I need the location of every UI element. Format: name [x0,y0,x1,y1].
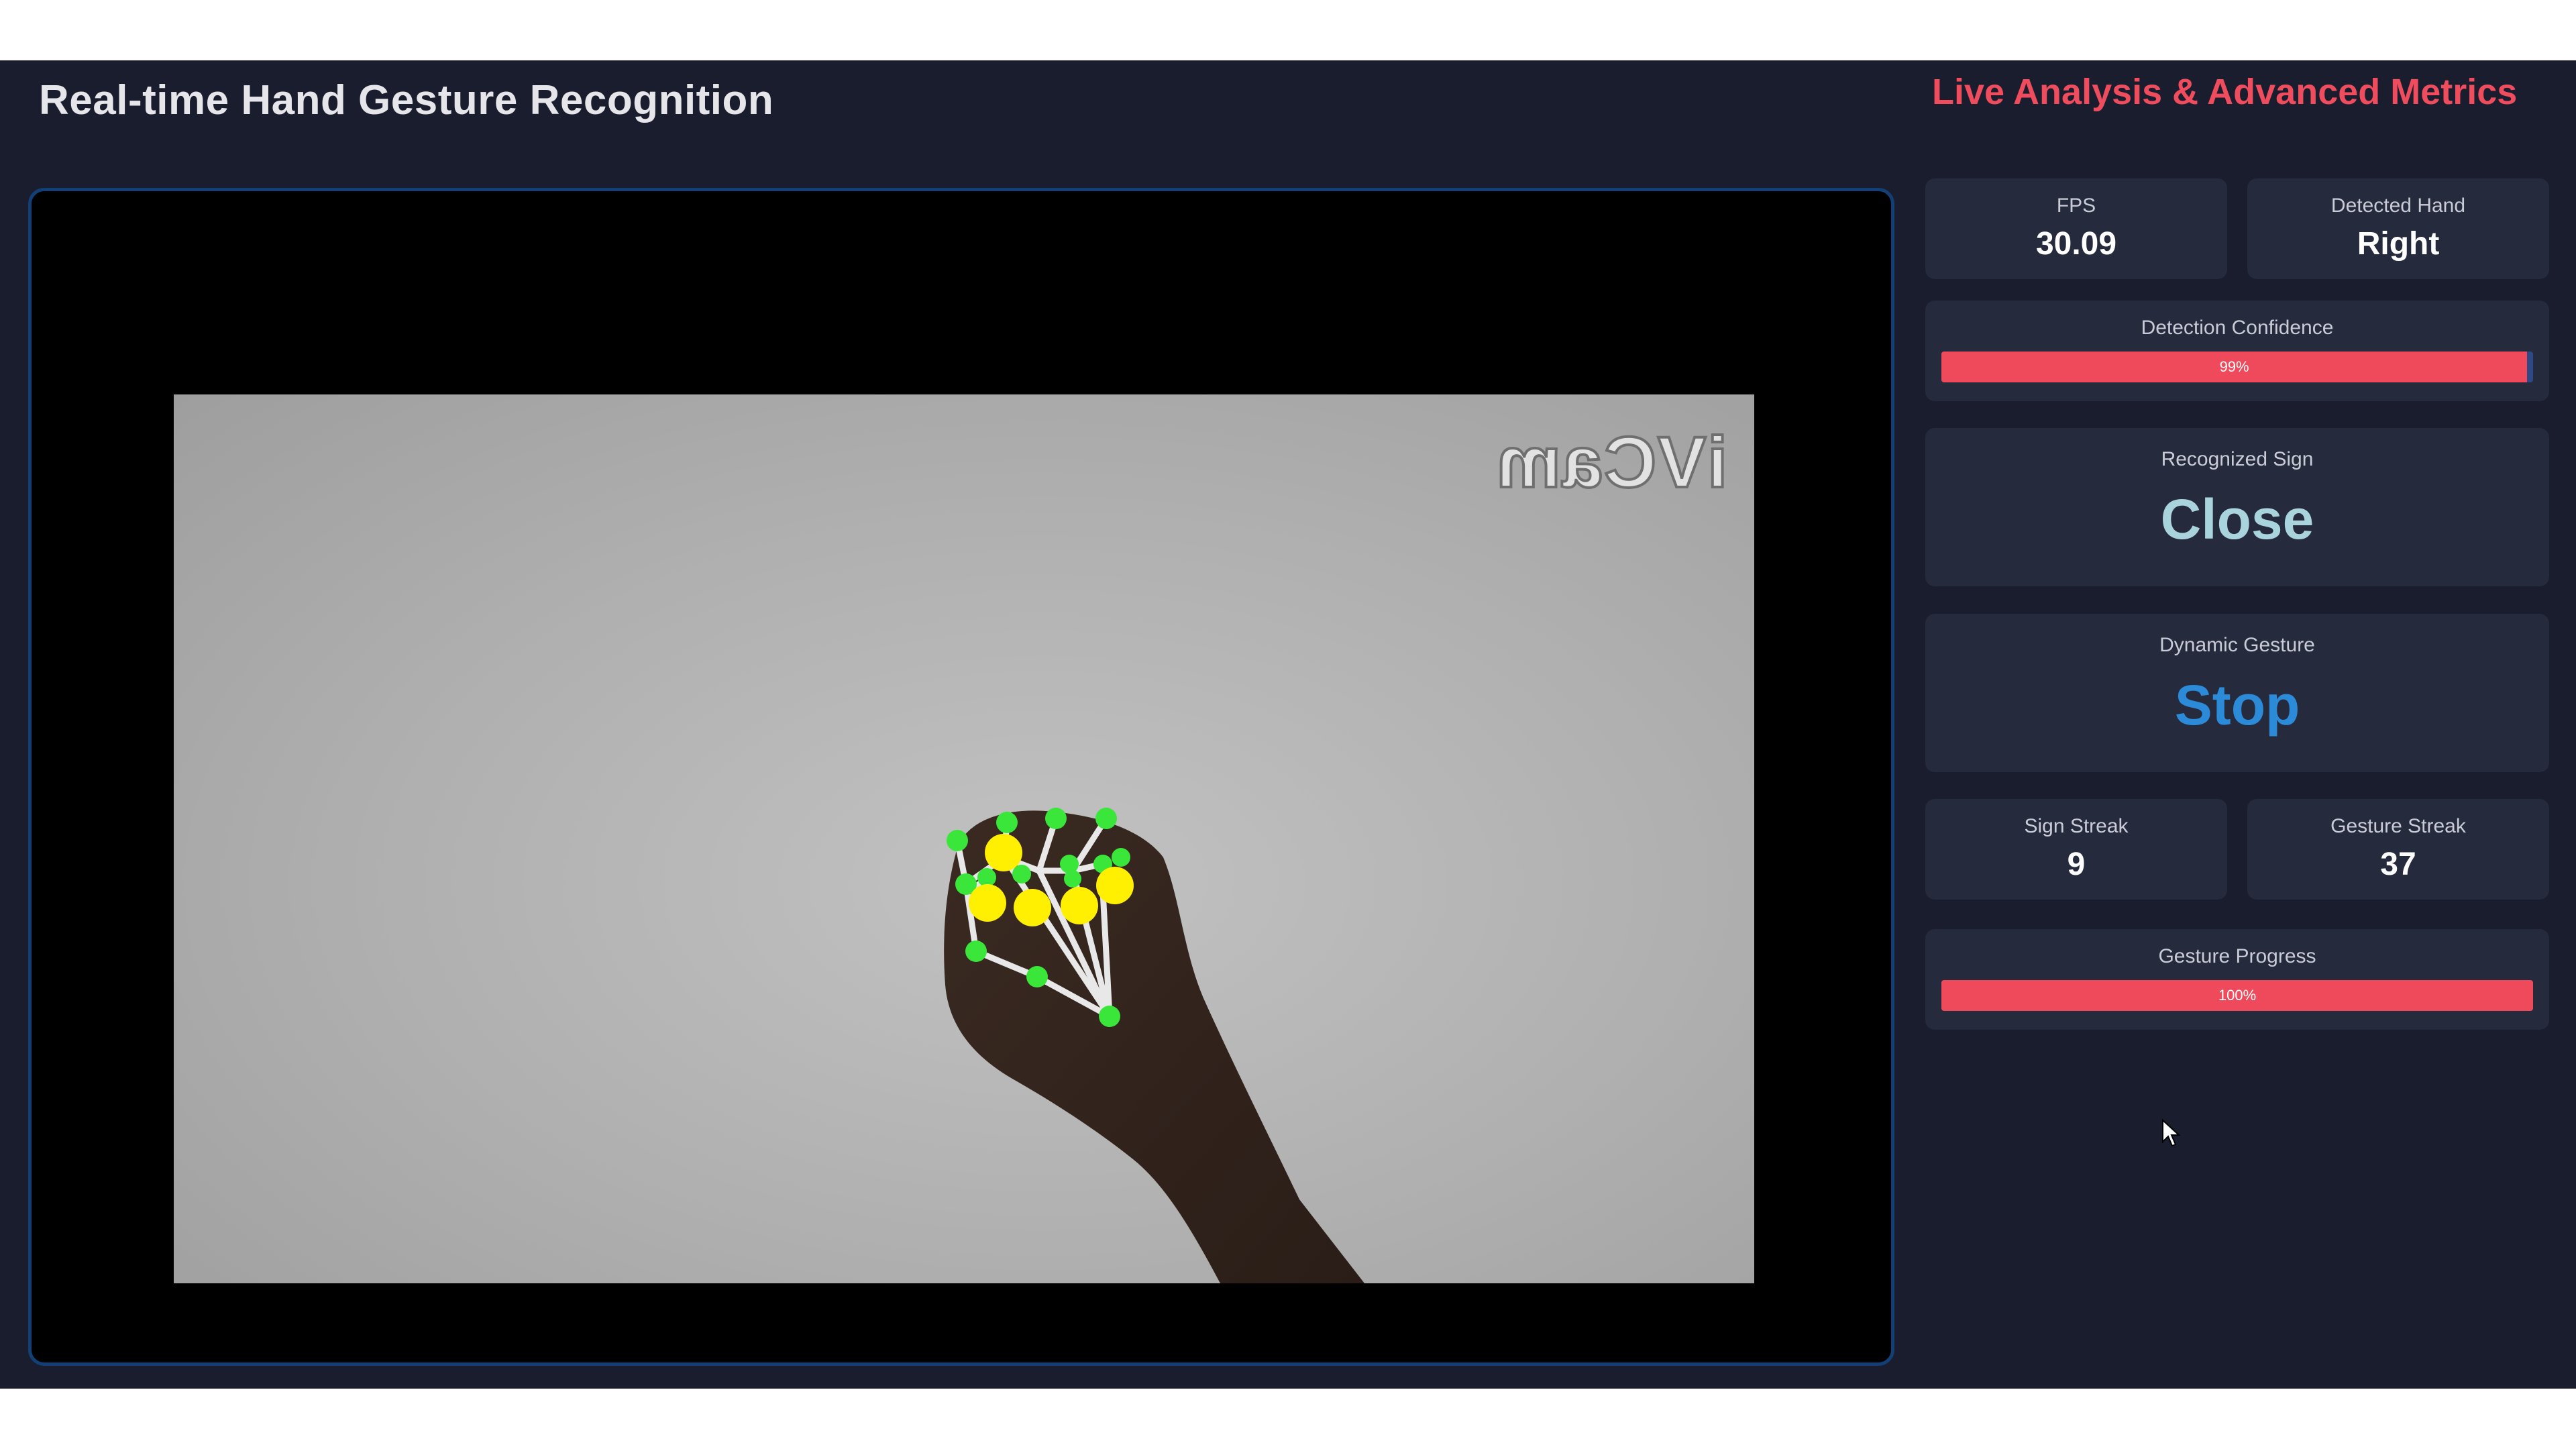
mouse-cursor-icon [2162,1119,2180,1147]
confidence-bar-fill: 99% [1941,352,2528,382]
metrics-panel-title: Live Analysis & Advanced Metrics [1932,72,2518,112]
dynamic-gesture-card: Dynamic Gesture Stop [1925,614,2549,772]
recognized-sign-card: Recognized Sign Close [1925,428,2549,586]
detected-hand-card: Detected Hand Right [2247,178,2549,279]
gesture-streak-value: 37 [2380,847,2416,882]
fps-card: FPS 30.09 [1925,178,2227,279]
confidence-card: Detection Confidence 99% [1925,301,2549,401]
recognized-sign-value: Close [2160,488,2314,551]
fps-value: 30.09 [2035,226,2117,262]
camera-feed: iVCam [174,394,1754,1283]
app-window: Real-time Hand Gesture Recognition iVCam [0,60,2576,1389]
gesture-progress-label: Gesture Progress [2158,945,2316,967]
gesture-progress-bar: 100% [1941,980,2533,1011]
sign-streak-value: 9 [2067,847,2086,882]
detected-hand-label: Detected Hand [2330,195,2466,217]
dynamic-gesture-label: Dynamic Gesture [2159,634,2315,656]
sign-streak-label: Sign Streak [2024,815,2129,837]
dynamic-gesture-value: Stop [2174,674,2300,737]
detected-hand-value: Right [2357,226,2440,262]
gesture-progress-bar-fill: 100% [1941,980,2533,1011]
arm-shape [944,810,1364,1283]
gesture-streak-label: Gesture Streak [2330,815,2466,837]
recognized-sign-label: Recognized Sign [2161,448,2314,470]
confidence-label: Detection Confidence [2141,317,2334,339]
sign-streak-card: Sign Streak 9 [1925,799,2227,900]
gesture-streak-card: Gesture Streak 37 [2247,799,2549,900]
video-frame: iVCam [28,188,1894,1366]
fps-label: FPS [2056,195,2096,217]
page-title: Real-time Hand Gesture Recognition [39,77,774,123]
confidence-bar: 99% [1941,352,2533,382]
hand-overlay [944,808,1364,1283]
gesture-progress-card: Gesture Progress 100% [1925,929,2549,1030]
